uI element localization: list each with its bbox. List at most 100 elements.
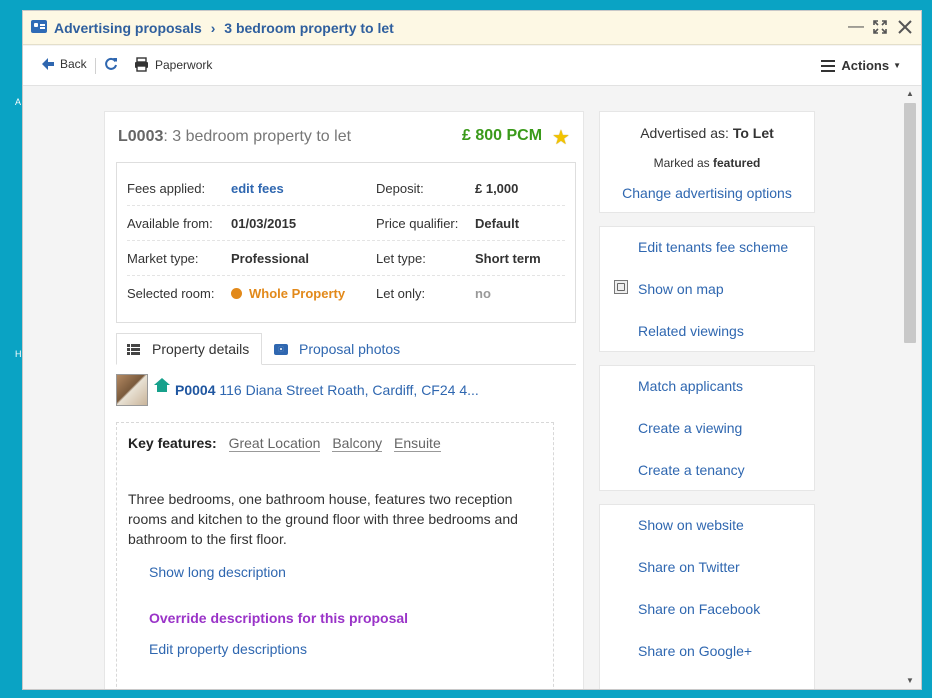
marked-as: Marked as featured <box>600 156 814 170</box>
sidebar-group-property: Edit tenants fee scheme Show on map Rela… <box>599 226 815 352</box>
room-status-dot-icon <box>231 288 242 299</box>
sidebar-group-sharing: Show on website Share on Twitter Share o… <box>599 504 815 689</box>
back-arrow-icon <box>42 58 54 70</box>
match-applicants-link[interactable]: Match applicants <box>638 378 743 394</box>
create-tenancy-link[interactable]: Create a tenancy <box>638 462 745 478</box>
sidebar-group-applicants: Match applicants Create a viewing Create… <box>599 365 815 491</box>
feature-tag[interactable]: Great Location <box>228 435 321 452</box>
menu-icon <box>821 59 836 72</box>
market-value: Professional <box>231 251 310 266</box>
caret-down-icon: ▼ <box>893 61 901 70</box>
advertising-status-card: Advertised as: To Let Marked as featured… <box>599 111 815 213</box>
proposal-tabs: Property details Proposal photos <box>116 333 576 365</box>
tab-proposal-photos[interactable]: Proposal photos <box>274 333 400 365</box>
advertised-prefix: Advertised as: <box>640 125 729 141</box>
edit-tenants-fee-scheme-link[interactable]: Edit tenants fee scheme <box>638 239 788 255</box>
proposal-ref: L0003 <box>118 128 164 145</box>
qualifier-label: Price qualifier: <box>376 216 459 231</box>
close-icon[interactable] <box>895 17 915 37</box>
proposal-card: L0003: 3 bedroom property to let £ 800 P… <box>104 111 584 689</box>
linked-property: P0004 116 Diana Street Roath, Cardiff, C… <box>116 374 576 408</box>
toolbar: Back Paperwork Actions ▼ <box>23 46 921 86</box>
related-viewings-link[interactable]: Related viewings <box>638 323 744 339</box>
back-label: Back <box>60 57 87 71</box>
advertised-as: Advertised as: To Let <box>600 125 814 141</box>
details-row: Market type: Professional Let type: Shor… <box>127 241 565 276</box>
breadcrumb-current: 3 bedroom property to let <box>224 20 394 36</box>
scroll-up-icon[interactable]: ▲ <box>906 89 914 98</box>
details-row: Fees applied: edit fees Deposit: £ 1,000 <box>127 171 565 206</box>
camera-icon <box>274 343 288 355</box>
minimize-icon[interactable]: — <box>846 17 866 37</box>
share-google-plus-link[interactable]: Share on Google+ <box>638 643 752 659</box>
show-on-website-link[interactable]: Show on website <box>638 517 744 533</box>
advertised-value: To Let <box>732 125 774 141</box>
maximize-icon[interactable] <box>870 17 890 37</box>
proposal-price: £ 800 PCM <box>462 127 543 144</box>
property-description: Three bedrooms, one bathroom house, feat… <box>128 491 518 547</box>
marked-value: featured <box>713 156 761 170</box>
details-row: Selected room: Whole Property Let only: … <box>127 276 565 311</box>
scroll-down-icon[interactable]: ▼ <box>906 676 914 685</box>
letonly-label: Let only: <box>376 286 426 301</box>
actions-menu-button[interactable]: Actions ▼ <box>821 58 901 73</box>
change-advertising-options-link[interactable]: Change advertising options <box>600 185 814 201</box>
lettype-label: Let type: <box>376 251 426 266</box>
toolbar-divider <box>95 58 96 74</box>
qualifier-value: Default <box>475 216 520 231</box>
refresh-button[interactable] <box>104 57 118 71</box>
tab-proposal-photos-label: Proposal photos <box>299 341 401 357</box>
proposal-details-table: Fees applied: edit fees Deposit: £ 1,000… <box>116 162 576 323</box>
featured-star-icon[interactable]: ★ <box>552 125 570 150</box>
marked-prefix: Marked as <box>653 156 710 170</box>
features-panel: Key features: Great Location Balcony Ens… <box>116 422 554 689</box>
actions-label: Actions <box>841 58 890 73</box>
printer-icon <box>135 57 148 72</box>
show-long-description-link[interactable]: Show long description <box>149 564 286 580</box>
letonly-value: no <box>475 286 491 301</box>
breadcrumb-advertising-proposals[interactable]: Advertising proposals <box>54 20 202 36</box>
breadcrumb-separator: › <box>210 20 216 36</box>
key-features: Key features: Great Location Balcony Ens… <box>128 435 445 452</box>
feature-tag[interactable]: Balcony <box>332 435 383 452</box>
show-on-map-link[interactable]: Show on map <box>638 281 724 297</box>
property-link[interactable]: P0004 116 Diana Street Roath, Cardiff, C… <box>175 382 479 398</box>
available-value: 01/03/2015 <box>231 216 297 231</box>
tab-property-details[interactable]: Property details <box>116 333 262 365</box>
details-row: Available from: 01/03/2015 Price qualifi… <box>127 206 565 241</box>
vertical-scrollbar[interactable]: ▲ ▼ <box>903 89 917 685</box>
override-descriptions-link[interactable]: Override descriptions for this proposal <box>149 610 408 626</box>
deposit-value: £ 1,000 <box>475 181 519 196</box>
room-label: Selected room: <box>127 286 215 301</box>
lettype-value: Short term <box>475 251 541 266</box>
background-letter: A <box>15 97 22 107</box>
selected-room: Whole Property <box>231 286 345 301</box>
scrollbar-thumb[interactable] <box>904 103 916 343</box>
proposal-title-text: : 3 bedroom property to let <box>163 128 352 145</box>
proposal-card-icon <box>31 20 47 33</box>
window-titlebar: Advertising proposals › 3 bedroom proper… <box>23 11 921 45</box>
edit-property-descriptions-link[interactable]: Edit property descriptions <box>149 641 307 657</box>
share-facebook-link[interactable]: Share on Facebook <box>638 601 760 617</box>
feature-tag[interactable]: Ensuite <box>394 435 441 452</box>
create-viewing-link[interactable]: Create a viewing <box>638 420 742 436</box>
list-icon <box>127 343 140 355</box>
deposit-label: Deposit: <box>376 181 424 196</box>
available-label: Available from: <box>127 216 213 231</box>
breadcrumb: Advertising proposals › 3 bedroom proper… <box>54 20 394 36</box>
proposal-window: Advertising proposals › 3 bedroom proper… <box>22 10 922 690</box>
paperwork-label: Paperwork <box>155 57 213 72</box>
tab-property-details-label: Property details <box>152 341 250 357</box>
key-features-label: Key features: <box>128 435 217 451</box>
edit-fees-link[interactable]: edit fees <box>231 181 284 196</box>
market-label: Market type: <box>127 251 199 266</box>
house-icon <box>154 378 170 392</box>
map-icon <box>614 280 628 294</box>
room-value: Whole Property <box>249 286 346 301</box>
property-thumbnail[interactable] <box>116 374 148 406</box>
back-button[interactable]: Back <box>41 57 87 71</box>
proposal-title: L0003: 3 bedroom property to let <box>118 128 351 146</box>
content-area: L0003: 3 bedroom property to let £ 800 P… <box>23 87 899 689</box>
paperwork-button[interactable]: Paperwork <box>134 57 212 72</box>
share-twitter-link[interactable]: Share on Twitter <box>638 559 740 575</box>
